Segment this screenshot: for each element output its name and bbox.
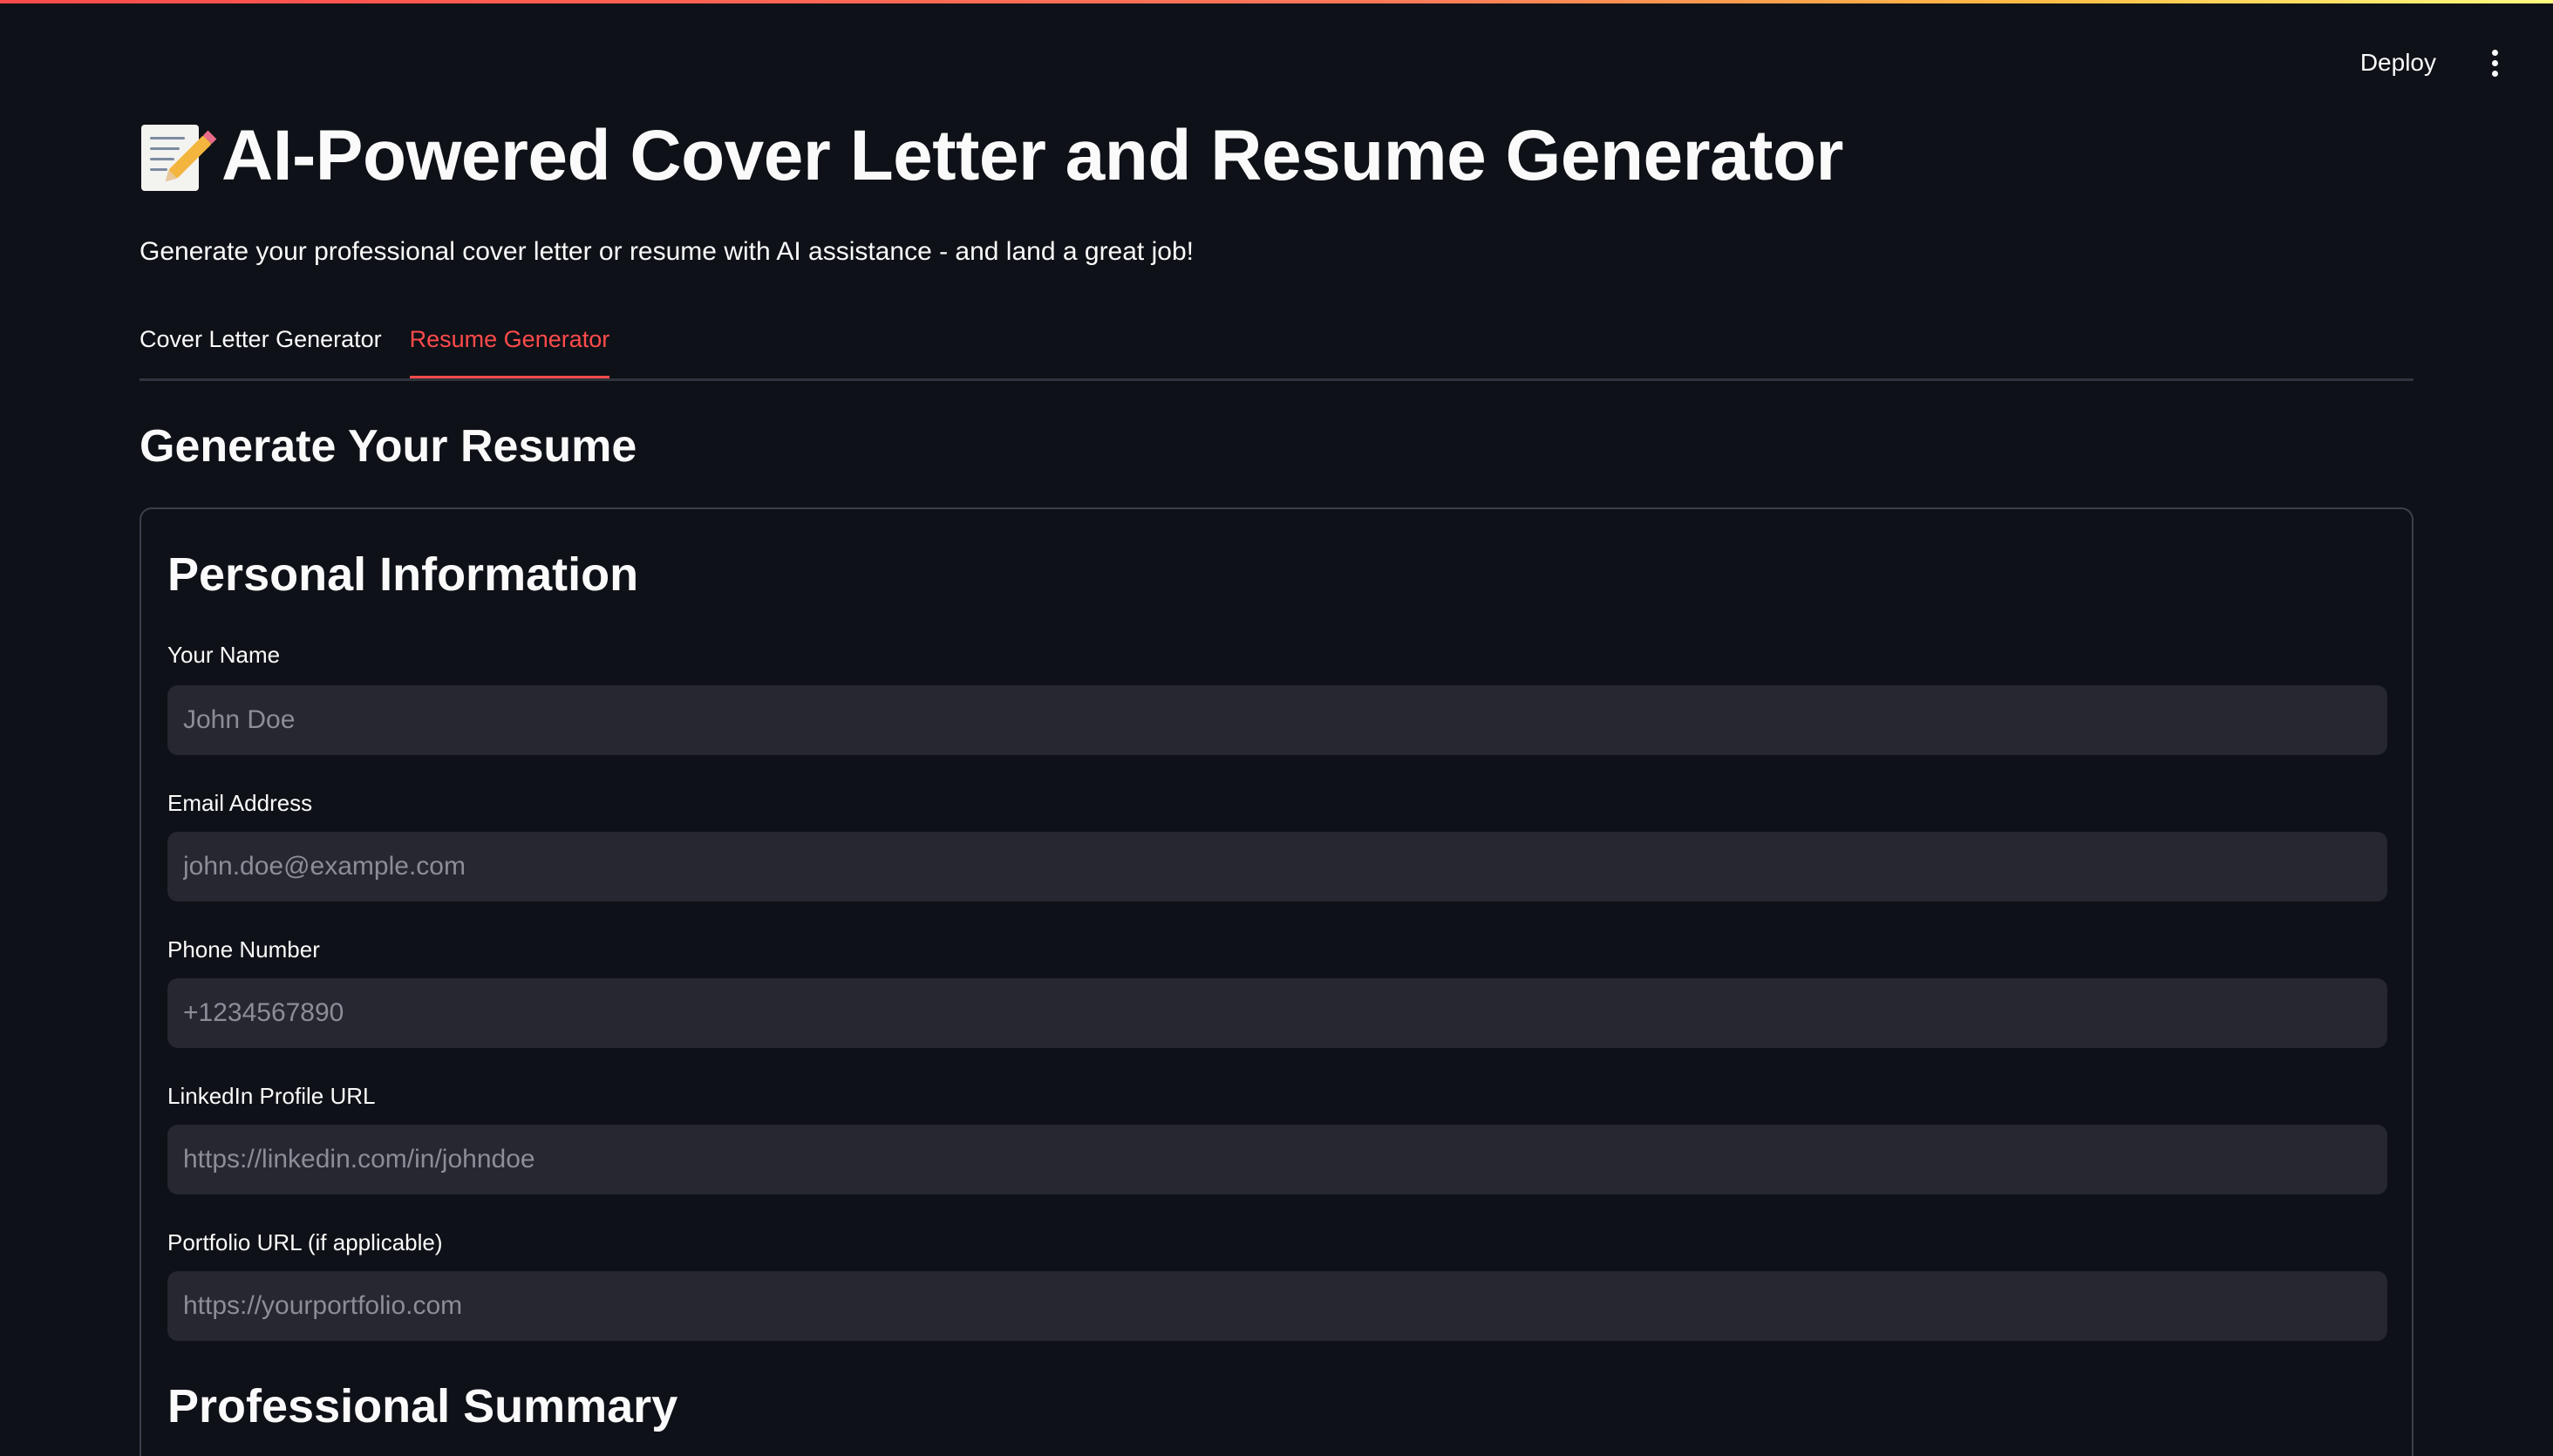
vertical-ellipsis-icon[interactable] — [2482, 45, 2508, 80]
menu-dot — [2491, 70, 2498, 77]
title-row: AI-Powered Cover Letter and Resume Gener… — [140, 115, 1843, 197]
memo-line — [150, 158, 174, 160]
professional-summary-heading: Professional Summary — [167, 1380, 678, 1432]
resume-form: Personal Information Your Name Email Add… — [140, 507, 2413, 1456]
tab-cover-letter-generator[interactable]: Cover Letter Generator — [140, 317, 382, 368]
phone-input[interactable] — [167, 978, 2387, 1048]
page-title: AI-Powered Cover Letter and Resume Gener… — [221, 116, 1843, 195]
linkedin-label: LinkedIn Profile URL — [167, 1083, 376, 1109]
portfolio-label: Portfolio URL (if applicable) — [167, 1229, 443, 1255]
linkedin-input[interactable] — [167, 1125, 2387, 1194]
memo-line — [150, 137, 185, 139]
portfolio-input[interactable] — [167, 1271, 2387, 1341]
top-decoration-bar — [0, 0, 2553, 3]
deploy-button[interactable]: Deploy — [2352, 44, 2445, 82]
email-input[interactable] — [167, 832, 2387, 901]
memo-line — [150, 168, 167, 171]
memo-line — [150, 147, 180, 150]
page-subtitle: Generate your professional cover letter … — [140, 237, 1194, 266]
personal-information-heading: Personal Information — [167, 548, 639, 601]
tab-resume-generator[interactable]: Resume Generator — [409, 317, 609, 378]
menu-dot — [2491, 49, 2498, 56]
header-actions: Deploy — [2352, 44, 2508, 82]
name-input[interactable] — [167, 685, 2387, 755]
menu-dot — [2491, 59, 2498, 66]
tab-bar: Cover Letter Generator Resume Generator — [140, 317, 2413, 381]
app-page: Deploy AI-Powered Cover Letter and Resum… — [0, 0, 2553, 1456]
memo-icon — [140, 119, 212, 193]
name-label: Your Name — [167, 642, 281, 668]
email-label: Email Address — [167, 790, 313, 816]
phone-label: Phone Number — [167, 936, 320, 963]
section-heading: Generate Your Resume — [140, 421, 637, 472]
